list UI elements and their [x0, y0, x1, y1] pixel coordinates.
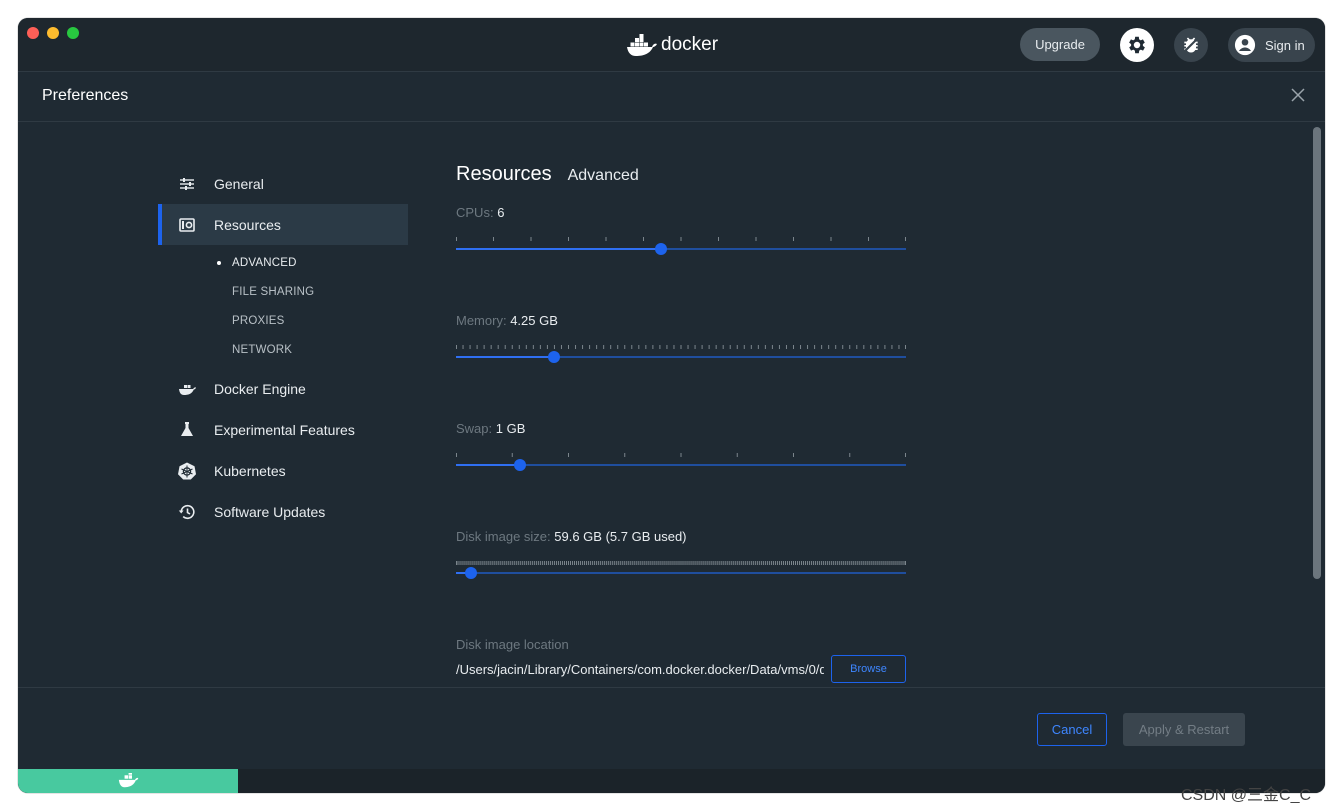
nav-label-docker-engine: Docker Engine	[214, 380, 306, 397]
apply-restart-button[interactable]: Apply & Restart	[1123, 713, 1245, 746]
swap-value: 1 GB	[495, 421, 526, 436]
cpus-setting: CPUs: 6	[456, 193, 908, 301]
preferences-nav: General Resources ADVANCED FILE SHARING	[158, 163, 408, 532]
resources-panel: Resources Advanced CPUs: 6 Memory: 4.25 …	[456, 163, 908, 685]
logo-text: docker	[661, 34, 719, 55]
scrollbar-thumb[interactable]	[1313, 127, 1321, 579]
cpus-value: 6	[497, 205, 505, 220]
resources-subnav: ADVANCED FILE SHARING PROXIES NETWORK	[158, 245, 408, 368]
docker-whale-icon	[627, 34, 657, 56]
panel-subtitle: Advanced	[567, 167, 639, 184]
bug-icon	[1183, 37, 1199, 53]
memory-slider-fill	[456, 356, 555, 358]
cpus-ticks	[456, 237, 906, 241]
swap-slider-fill	[456, 464, 520, 466]
nav-label-software-updates: Software Updates	[214, 503, 326, 520]
gear-icon	[1129, 36, 1145, 54]
nav-label-experimental: Experimental Features	[214, 421, 355, 438]
preferences-content: General Resources ADVANCED FILE SHARING	[18, 123, 1325, 688]
disk-location-setting: Disk image location /Users/jacin/Library…	[456, 625, 908, 685]
title-bar: docker Upgrade Sign in	[18, 18, 1325, 72]
swap-label-text: Swap:	[456, 421, 493, 436]
docker-whale-status-icon	[118, 773, 139, 788]
nav-item-resources[interactable]: Resources	[158, 204, 408, 245]
nav-label-general: General	[214, 175, 264, 192]
swap-slider-thumb[interactable]	[513, 459, 526, 471]
nav-item-experimental[interactable]: Experimental Features	[158, 409, 408, 450]
subnav-item-advanced[interactable]: ADVANCED	[158, 248, 408, 277]
cpus-label-text: CPUs:	[456, 205, 494, 220]
status-bar	[18, 769, 1325, 793]
nav-item-software-updates[interactable]: Software Updates	[158, 491, 408, 532]
disk-size-setting: Disk image size: 59.6 GB (5.7 GB used)	[456, 517, 908, 625]
close-icon[interactable]	[1289, 86, 1307, 104]
subnav-item-network[interactable]: NETWORK	[158, 335, 408, 364]
disk-location-path: /Users/jacin/Library/Containers/com.dock…	[456, 662, 824, 677]
panel-header: Resources Advanced	[456, 163, 908, 193]
preferences-title: Preferences	[42, 87, 129, 104]
upgrade-button[interactable]: Upgrade	[1020, 28, 1100, 61]
resources-icon	[179, 218, 195, 232]
whale-icon	[179, 385, 196, 395]
disk-size-label: Disk image size: 59.6 GB (5.7 GB used)	[456, 529, 687, 544]
cpus-slider-fill	[456, 248, 661, 250]
nav-item-kubernetes[interactable]: Kubernetes	[158, 450, 408, 491]
preferences-header: Preferences	[18, 73, 1325, 122]
subnav-label-advanced: ADVANCED	[232, 256, 297, 269]
memory-label-text: Memory:	[456, 313, 507, 328]
swap-setting: Swap: 1 GB	[456, 409, 908, 517]
swap-label: Swap: 1 GB	[456, 421, 525, 436]
nav-label-kubernetes: Kubernetes	[214, 462, 286, 479]
subnav-label-file-sharing: FILE SHARING	[232, 285, 315, 298]
swap-ticks	[456, 453, 906, 457]
disk-size-ticks	[456, 561, 906, 565]
cpus-slider-thumb[interactable]	[654, 243, 667, 255]
docker-window: docker Upgrade Sign in Preferences Gener…	[18, 18, 1325, 793]
minimize-window-button[interactable]	[47, 27, 59, 39]
current-dot	[217, 261, 221, 265]
browse-button[interactable]: Browse	[831, 655, 906, 683]
memory-setting: Memory: 4.25 GB	[456, 301, 908, 409]
disk-size-slider-track[interactable]	[456, 572, 906, 574]
subnav-label-proxies: PROXIES	[232, 314, 285, 327]
panel-title: Resources	[456, 163, 552, 185]
sign-in-label: Sign in	[1265, 37, 1305, 53]
nav-item-docker-engine[interactable]: Docker Engine	[158, 368, 408, 409]
disk-size-slider-thumb[interactable]	[464, 567, 477, 579]
nav-label-resources: Resources	[214, 216, 281, 233]
troubleshoot-button[interactable]	[1174, 28, 1208, 62]
flask-icon	[181, 422, 193, 436]
watermark-text: CSDN @三金C_C	[1181, 787, 1312, 804]
engine-status-indicator[interactable]	[18, 769, 238, 793]
settings-button[interactable]	[1120, 28, 1154, 62]
disk-location-label: Disk image location	[456, 637, 569, 652]
close-window-button[interactable]	[27, 27, 39, 39]
sign-in-button[interactable]: Sign in	[1228, 28, 1315, 62]
user-avatar-icon	[1234, 34, 1256, 56]
preferences-footer: Cancel Apply & Restart	[18, 687, 1325, 769]
zoom-window-button[interactable]	[67, 27, 79, 39]
kubernetes-icon	[178, 462, 196, 480]
memory-label: Memory: 4.25 GB	[456, 313, 558, 328]
sliders-icon	[180, 178, 194, 190]
subnav-item-proxies[interactable]: PROXIES	[158, 306, 408, 335]
subnav-item-file-sharing[interactable]: FILE SHARING	[158, 277, 408, 306]
disk-size-value: 59.6 GB (5.7 GB used)	[554, 529, 687, 544]
memory-value: 4.25 GB	[510, 313, 558, 328]
memory-slider-thumb[interactable]	[548, 351, 561, 363]
history-icon	[178, 504, 195, 520]
memory-ticks	[456, 345, 906, 349]
nav-item-general[interactable]: General	[158, 163, 408, 204]
docker-logo: docker	[627, 31, 718, 59]
disk-size-label-text: Disk image size:	[456, 529, 551, 544]
cancel-button[interactable]: Cancel	[1037, 713, 1107, 746]
subnav-label-network: NETWORK	[232, 343, 293, 356]
cpus-label: CPUs: 6	[456, 205, 504, 220]
